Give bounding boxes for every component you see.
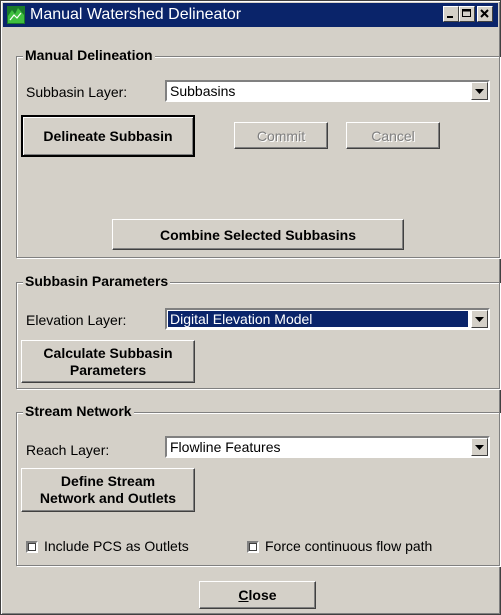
delineate-subbasin-label: Delineate Subbasin — [43, 128, 173, 144]
force-continuous-flow-label[interactable]: Force continuous flow path — [265, 538, 432, 554]
elevation-layer-value: Digital Elevation Model — [168, 311, 468, 327]
subbasin-layer-dropdown[interactable]: Subbasins — [165, 80, 490, 102]
reach-layer-value: Flowline Features — [170, 439, 281, 455]
subbasin-layer-value: Subbasins — [170, 83, 236, 99]
cancel-label: Cancel — [371, 127, 415, 144]
maximize-icon — [462, 9, 471, 17]
combine-selected-subbasins-button[interactable]: Combine Selected Subbasins — [112, 219, 404, 250]
close-label-rest: lose — [248, 587, 277, 603]
maximize-button[interactable] — [459, 6, 475, 22]
manual-delineation-group: Manual Delineation Subbasin Layer: Subba… — [16, 47, 500, 258]
elevation-layer-label: Elevation Layer: — [26, 312, 127, 328]
close-icon — [480, 9, 489, 18]
define-stream-label-line1: Define Stream — [60, 473, 156, 489]
define-stream-network-button[interactable]: Define Stream Network and Outlets — [21, 468, 195, 512]
reach-layer-label: Reach Layer: — [26, 442, 110, 458]
commit-label: Commit — [256, 127, 306, 144]
chevron-down-icon — [475, 317, 484, 322]
dropdown-arrow-button[interactable] — [471, 438, 488, 456]
stream-network-group: Stream Network Reach Layer: Flowline Fea… — [16, 403, 500, 566]
close-mnemonic: C — [238, 587, 249, 603]
subbasin-parameters-group: Subbasin Parameters Elevation Layer: Dig… — [16, 273, 500, 389]
close-label: Close — [238, 587, 276, 603]
close-button[interactable]: Close — [199, 581, 316, 609]
calculate-subbasin-label-line2: Parameters — [69, 361, 147, 378]
chevron-down-icon — [475, 89, 484, 94]
define-stream-label-line2: Network and Outlets — [39, 490, 177, 506]
close-window-button[interactable] — [477, 6, 493, 22]
stream-network-legend: Stream Network — [23, 403, 134, 419]
manual-delineation-legend: Manual Delineation — [23, 47, 155, 63]
commit-button[interactable]: Commit — [234, 122, 328, 149]
dialog-window: Manual Watershed Delineator Manual Delin… — [0, 0, 501, 615]
reach-layer-dropdown[interactable]: Flowline Features — [165, 436, 490, 458]
app-icon — [7, 6, 25, 24]
combine-selected-subbasins-label: Combine Selected Subbasins — [159, 226, 357, 243]
force-continuous-flow-checkbox[interactable] — [247, 541, 259, 553]
window-title: Manual Watershed Delineator — [30, 6, 242, 23]
dropdown-arrow-button[interactable] — [471, 82, 488, 100]
calculate-subbasin-parameters-button[interactable]: Calculate Subbasin Parameters — [21, 340, 195, 383]
subbasin-parameters-legend: Subbasin Parameters — [23, 273, 171, 289]
chevron-down-icon — [475, 445, 484, 450]
title-bar[interactable]: Manual Watershed Delineator — [3, 3, 498, 27]
subbasin-layer-label: Subbasin Layer: — [26, 84, 128, 100]
delineate-subbasin-button[interactable]: Delineate Subbasin — [21, 115, 195, 157]
minimize-icon — [447, 16, 453, 18]
elevation-layer-dropdown[interactable]: Digital Elevation Model — [165, 308, 490, 330]
minimize-button[interactable] — [443, 6, 459, 22]
calculate-subbasin-label-line1: Calculate Subbasin — [43, 344, 173, 361]
include-pcs-label[interactable]: Include PCS as Outlets — [44, 538, 189, 554]
include-pcs-checkbox[interactable] — [26, 541, 38, 553]
dropdown-arrow-button[interactable] — [471, 310, 488, 328]
cancel-button[interactable]: Cancel — [346, 122, 440, 149]
